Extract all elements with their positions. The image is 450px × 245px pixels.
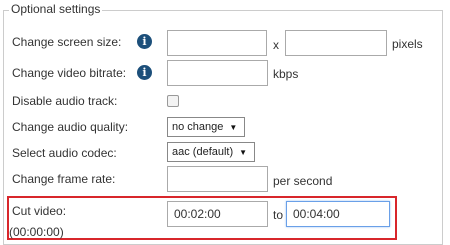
audio-quality-selected: no change bbox=[172, 121, 224, 133]
chevron-down-icon: ▼ bbox=[229, 123, 238, 132]
chevron-down-icon: ▼ bbox=[239, 148, 248, 157]
info-icon[interactable]: i bbox=[137, 34, 152, 49]
info-icon[interactable]: i bbox=[137, 65, 152, 80]
audio-codec-select[interactable]: aac (default) ▼ bbox=[167, 142, 255, 162]
screen-height-input[interactable] bbox=[285, 30, 387, 56]
video-bitrate-unit: kbps bbox=[273, 67, 299, 81]
audio-codec-selected: aac (default) bbox=[172, 146, 234, 158]
screen-size-label: Change screen size: bbox=[12, 35, 122, 49]
audio-codec-label: Select audio codec: bbox=[12, 146, 117, 160]
frame-rate-input[interactable] bbox=[167, 166, 268, 192]
cut-video-hint: (00:00:00) bbox=[9, 225, 64, 239]
fieldset-legend: Optional settings bbox=[9, 2, 103, 16]
screen-size-separator: x bbox=[273, 38, 279, 52]
screen-width-input[interactable] bbox=[167, 30, 267, 56]
cut-video-to-input[interactable] bbox=[286, 201, 390, 227]
cut-video-from-input[interactable] bbox=[167, 201, 268, 227]
screen-size-unit: pixels bbox=[392, 37, 423, 51]
cut-video-label: Cut video: bbox=[12, 204, 67, 218]
frame-rate-label: Change frame rate: bbox=[12, 172, 116, 186]
frame-rate-unit: per second bbox=[273, 174, 333, 188]
audio-quality-select[interactable]: no change ▼ bbox=[167, 117, 245, 137]
video-bitrate-label: Change video bitrate: bbox=[12, 66, 127, 80]
disable-audio-checkbox[interactable] bbox=[167, 95, 179, 107]
disable-audio-label: Disable audio track: bbox=[12, 94, 118, 108]
audio-quality-label: Change audio quality: bbox=[12, 120, 129, 134]
video-bitrate-input[interactable] bbox=[167, 60, 268, 86]
cut-video-separator: to bbox=[273, 208, 284, 222]
